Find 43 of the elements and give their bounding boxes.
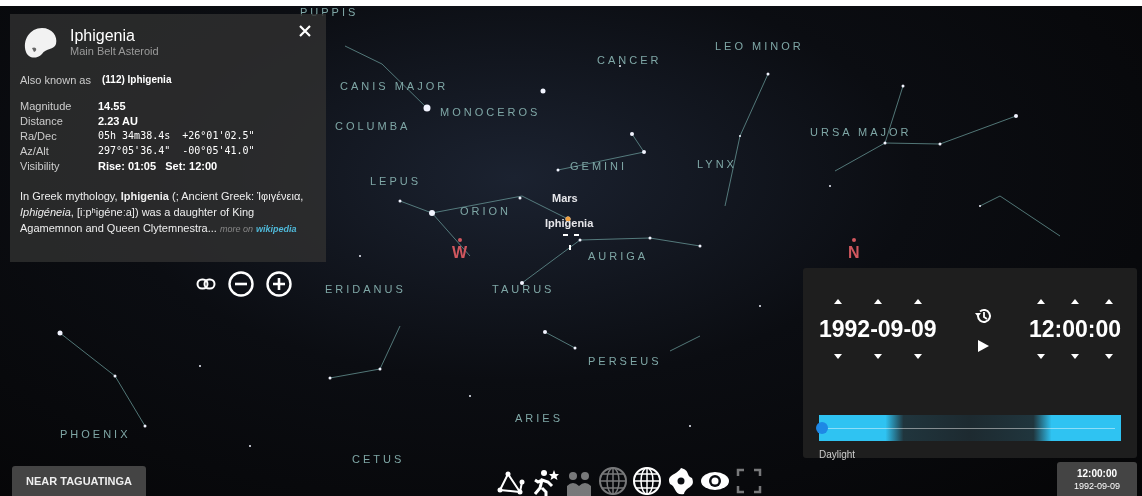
constellation-label: LEPUS bbox=[370, 175, 422, 187]
field-label: Also known as bbox=[20, 74, 92, 86]
object-label: Iphigenia bbox=[545, 217, 594, 229]
constellation-label: LYNX bbox=[697, 158, 737, 170]
wikipedia-link[interactable]: wikipedia bbox=[256, 224, 297, 234]
property-label: Ra/Dec bbox=[20, 130, 58, 142]
slider-label: Daylight bbox=[819, 449, 857, 460]
constellation-label: PERSEUS bbox=[588, 355, 662, 367]
constellation-label: ERIDANUS bbox=[325, 283, 406, 295]
constellation-label: PUPPIS bbox=[300, 6, 359, 18]
object-title: Iphigenia bbox=[70, 27, 136, 45]
property-value: 297°05'36.4" -00°05'41.0" bbox=[98, 145, 256, 157]
constellation-label: AURIGA bbox=[588, 250, 649, 262]
location-button[interactable]: NEAR TAGUATINGA bbox=[12, 466, 146, 496]
cardinal-label: W bbox=[452, 238, 468, 262]
constellation-label: MONOCEROS bbox=[440, 106, 541, 118]
constellation-label: CANIS MAJOR bbox=[340, 80, 449, 92]
description-text: In Greek mythology, Iphigenia (; Ancient Greek: Ἰφιγένεια, Iphigéneia, [iːpʰiɡéneːa]) was a daughter of King Agamemnon and Queen Clytemnestra... more on wikipedia bbox=[20, 189, 305, 236]
property-label: Distance bbox=[20, 115, 64, 127]
constellation-label: GEMINI bbox=[570, 160, 628, 172]
constellation-label: COLUMBA bbox=[335, 120, 411, 132]
property-value: Rise: 01:05 Set: 12:00 bbox=[98, 160, 219, 172]
property-label: Az/Alt bbox=[20, 145, 50, 157]
field-value: (112) Iphigenia bbox=[102, 74, 172, 86]
constellation-label: ORION bbox=[460, 205, 512, 217]
property-value: 2.23 AU bbox=[98, 115, 139, 127]
property-label: Visibility bbox=[20, 160, 61, 172]
property-value: 05h 34m38.4s +26°01'02.5" bbox=[98, 130, 256, 142]
object-label: Mars bbox=[552, 192, 578, 204]
constellation-label: URSA MAJOR bbox=[810, 126, 912, 138]
constellation-label: PHOENIX bbox=[60, 428, 131, 440]
constellation-label: LEO MINOR bbox=[715, 40, 804, 52]
cardinal-label: N bbox=[848, 238, 860, 262]
clock-button[interactable]: 12:00:00 1992-09-09 bbox=[1057, 462, 1137, 496]
constellation-label: ARIES bbox=[515, 412, 563, 424]
property-value: 14.55 bbox=[98, 100, 127, 112]
property-label: Magnitude bbox=[20, 100, 73, 112]
constellation-label: TAURUS bbox=[492, 283, 555, 295]
object-type: Main Belt Asteroid bbox=[70, 45, 159, 57]
date-value: 1992-09-09 bbox=[819, 316, 937, 343]
constellation-label: CANCER bbox=[597, 54, 662, 66]
time-value: 12:00:00 bbox=[1028, 316, 1121, 343]
constellation-label: CETUS bbox=[352, 453, 405, 465]
